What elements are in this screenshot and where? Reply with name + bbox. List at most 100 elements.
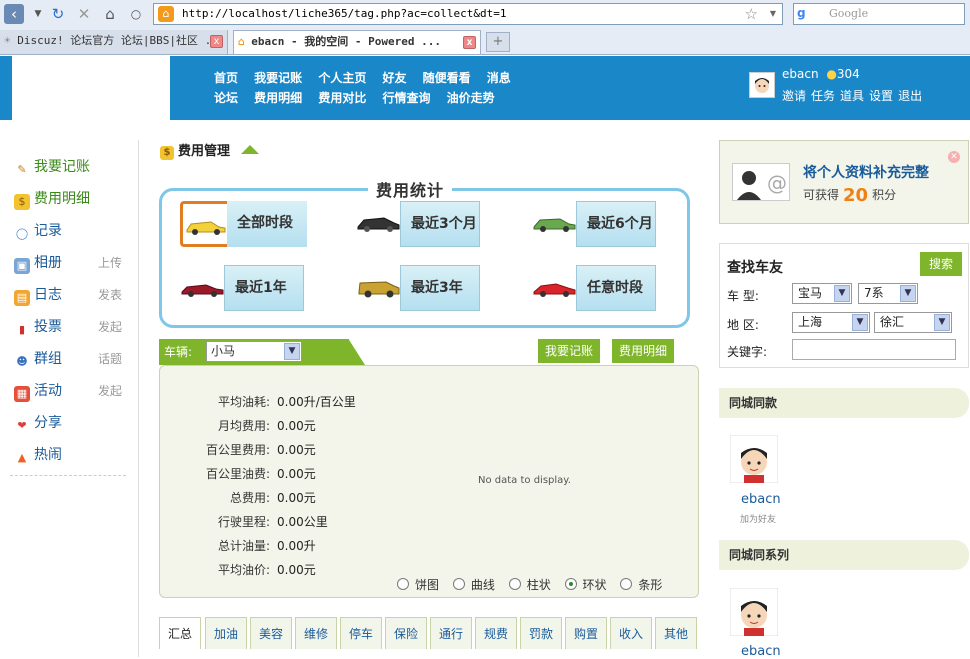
upload-link[interactable]: 上传 xyxy=(98,254,122,271)
tab-repair[interactable]: 维修 xyxy=(295,617,337,649)
keyword-input[interactable] xyxy=(792,339,956,360)
new-tab-button[interactable]: + xyxy=(486,32,510,52)
coin-icon: $ xyxy=(160,146,174,160)
star-icon[interactable]: ☆ xyxy=(745,5,758,23)
period-custom-button[interactable]: 任意时段 xyxy=(532,265,657,311)
same-city-same-model-heading: 同城同款 xyxy=(719,388,969,418)
tab-fuel[interactable]: 加油 xyxy=(205,617,247,649)
search-button[interactable]: 搜索 xyxy=(920,252,962,276)
period-6m-button[interactable]: 最近6个月 xyxy=(532,201,657,247)
search-bar[interactable]: g Google xyxy=(793,3,965,25)
left-sidebar: ✎ 我要记账 $ 费用明细 ◯ 记录 ▣ 相册 上传 ▤ 日志 发表 ▮ 投票 发起 ☻ 群组… xyxy=(0,140,139,657)
chevron-down-icon[interactable]: ▼ xyxy=(834,285,850,302)
tab-discuz[interactable]: ☀ Discuz! 论坛官方 论坛|BBS|社区 ... x xyxy=(0,30,228,54)
tab-summary[interactable]: 汇总 xyxy=(159,617,201,649)
black-car-icon xyxy=(357,217,400,232)
start-event-link[interactable]: 发起 xyxy=(98,382,122,399)
invite-link[interactable]: 邀请 xyxy=(782,89,806,103)
publish-link[interactable]: 发表 xyxy=(98,286,122,303)
dropdown-icon[interactable]: ▼ xyxy=(770,9,776,18)
address-bar[interactable]: ⌂ http://localhost/liche365/tag.php?ac=c… xyxy=(153,3,783,25)
brand-select[interactable]: 宝马 ▼ xyxy=(792,283,852,304)
nav-forum[interactable]: 论坛 xyxy=(214,91,238,105)
profile-title[interactable]: 将个人资料补充完整 xyxy=(803,162,929,182)
topic-link[interactable]: 话题 xyxy=(98,350,122,367)
nav-profile[interactable]: 个人主页 xyxy=(318,71,366,85)
tab-toll[interactable]: 通行 xyxy=(430,617,472,649)
tab-ebacn[interactable]: ⌂ ebacn - 我的空间 - Powered ... x xyxy=(233,30,481,54)
chat-icon[interactable]: ○ xyxy=(126,4,146,24)
district-select[interactable]: 徐汇 ▼ xyxy=(874,312,952,333)
chevron-down-icon[interactable]: ▼ xyxy=(900,285,916,302)
props-link[interactable]: 道具 xyxy=(840,89,864,103)
tab-beauty[interactable]: 美容 xyxy=(250,617,292,649)
friend-avatar[interactable] xyxy=(730,588,778,636)
tab-insurance[interactable]: 保险 xyxy=(385,617,427,649)
nav-browse[interactable]: 随便看看 xyxy=(423,71,471,85)
series-select[interactable]: 7系 ▼ xyxy=(858,283,918,304)
sidebar-item-log[interactable]: ◯ 记录 xyxy=(14,220,62,240)
tab-fees[interactable]: 规费 xyxy=(475,617,517,649)
settings-link[interactable]: 设置 xyxy=(869,89,893,103)
record-button[interactable]: 我要记账 xyxy=(538,339,600,363)
period-all-button[interactable]: 全部时段 xyxy=(180,201,307,247)
nav-home[interactable]: 首页 xyxy=(214,71,238,85)
nav-friends[interactable]: 好友 xyxy=(382,71,406,85)
friend-name[interactable]: ebacn xyxy=(741,492,781,507)
nav-expense-compare[interactable]: 费用对比 xyxy=(318,91,366,105)
task-link[interactable]: 任务 xyxy=(811,89,835,103)
period-1y-button[interactable]: 最近1年 xyxy=(180,265,305,311)
period-3m-button[interactable]: 最近3个月 xyxy=(356,201,481,247)
chevron-down-icon[interactable]: ▼ xyxy=(934,314,950,331)
calendar-icon: ▦ xyxy=(14,386,30,402)
friend-avatar[interactable] xyxy=(730,435,778,483)
sidebar-item-album[interactable]: ▣ 相册 xyxy=(14,252,62,274)
tab-income[interactable]: 收入 xyxy=(610,617,652,649)
chart-type-line-radio[interactable] xyxy=(452,578,465,590)
car-select[interactable]: 小马 ▼ xyxy=(206,341,302,362)
nav-market[interactable]: 行情查询 xyxy=(382,91,430,105)
close-icon[interactable]: x xyxy=(210,35,223,48)
stop-icon[interactable]: ✕ xyxy=(74,4,94,24)
tab-other[interactable]: 其他 xyxy=(655,617,697,649)
avatar[interactable] xyxy=(749,72,775,98)
sidebar-item-blog[interactable]: ▤ 日志 xyxy=(14,284,62,306)
sidebar-item-event[interactable]: ▦ 活动 xyxy=(14,380,62,402)
nav-record[interactable]: 我要记账 xyxy=(254,71,302,85)
sidebar-divider xyxy=(10,475,126,476)
user-info: ebacn ●304 xyxy=(782,67,860,81)
detail-button[interactable]: 费用明细 xyxy=(612,339,674,363)
logout-link[interactable]: 退出 xyxy=(898,89,922,103)
chart-type-column-radio[interactable] xyxy=(508,578,521,590)
chart-type-pie-radio[interactable] xyxy=(397,578,409,590)
sidebar-item-hot[interactable]: ▲ 热闹 xyxy=(14,444,62,464)
sidebar-item-record[interactable]: ✎ 我要记账 xyxy=(14,156,90,176)
tab-purchase[interactable]: 购置 xyxy=(565,617,607,649)
nav-messages[interactable]: 消息 xyxy=(487,71,511,85)
back-icon[interactable]: ‹ xyxy=(4,4,24,24)
chart-type-ring-radio[interactable] xyxy=(564,578,577,590)
chevron-down-icon[interactable]: ▼ xyxy=(852,314,868,331)
chevron-down-icon[interactable]: ▼ xyxy=(28,4,48,24)
sidebar-item-group[interactable]: ☻ 群组 xyxy=(14,348,62,368)
tab-parking[interactable]: 停车 xyxy=(340,617,382,649)
sidebar-item-poll[interactable]: ▮ 投票 xyxy=(14,316,62,336)
sidebar-item-share[interactable]: ❤ 分享 xyxy=(14,412,62,432)
tab-fines[interactable]: 罚款 xyxy=(520,617,562,649)
close-icon[interactable]: x xyxy=(463,36,476,49)
close-icon[interactable]: ✕ xyxy=(948,151,960,163)
city-select[interactable]: 上海 ▼ xyxy=(792,312,870,333)
add-friend-link[interactable]: 加为好友 xyxy=(740,512,776,525)
username[interactable]: ebacn xyxy=(782,67,819,81)
same-city-same-series-heading: 同城同系列 xyxy=(719,540,969,570)
collapse-arrow-icon[interactable] xyxy=(240,145,259,154)
chart-type-bar-radio[interactable] xyxy=(620,578,633,590)
reload-icon[interactable]: ↻ xyxy=(48,4,68,24)
sidebar-item-expense[interactable]: $ 费用明细 xyxy=(14,188,90,210)
period-3y-button[interactable]: 最近3年 xyxy=(356,265,481,311)
home-icon[interactable]: ⌂ xyxy=(100,4,120,24)
nav-expense-detail[interactable]: 费用明细 xyxy=(254,91,302,105)
nav-oil-price[interactable]: 油价走势 xyxy=(447,91,495,105)
start-poll-link[interactable]: 发起 xyxy=(98,318,122,335)
chevron-down-icon[interactable]: ▼ xyxy=(284,343,300,360)
